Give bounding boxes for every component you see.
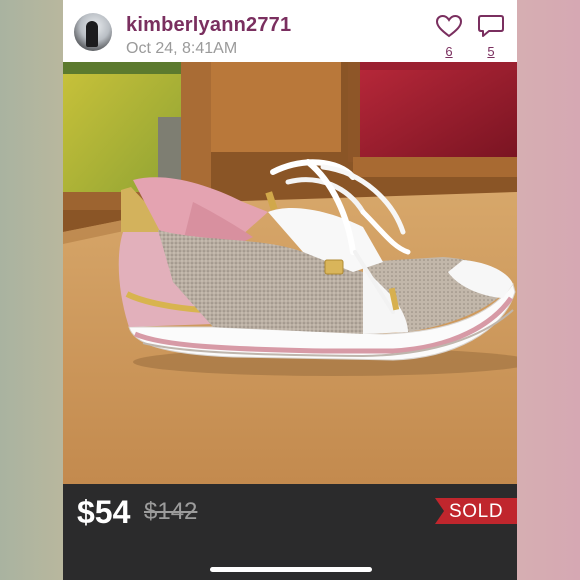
avatar-figure — [86, 21, 98, 47]
comment-count[interactable]: 5 — [477, 44, 505, 59]
comment-button[interactable]: 5 — [477, 14, 505, 59]
sold-label: SOLD — [449, 501, 504, 522]
sale-price: $54 — [77, 494, 131, 530]
price-bar: $54 $142 SOLD — [63, 484, 517, 580]
like-count[interactable]: 6 — [435, 44, 463, 59]
home-indicator[interactable] — [210, 567, 372, 572]
like-button[interactable]: 6 — [435, 14, 463, 59]
sneaker-photo-illustration — [63, 62, 517, 484]
heart-outline-icon — [435, 14, 463, 38]
speech-bubble-icon — [478, 15, 504, 37]
listing-card: kimberlyann2771 Oct 24, 8:41AM 6 5 $54 $… — [63, 0, 517, 580]
username[interactable]: kimberlyann2771 — [126, 14, 291, 37]
sold-badge: SOLD — [435, 498, 517, 524]
original-price: $142 — [144, 498, 198, 525]
avatar[interactable] — [74, 13, 112, 51]
post-header: kimberlyann2771 Oct 24, 8:41AM 6 5 — [63, 0, 517, 62]
post-timestamp: Oct 24, 8:41AM — [126, 40, 238, 57]
product-photo[interactable] — [63, 62, 517, 484]
